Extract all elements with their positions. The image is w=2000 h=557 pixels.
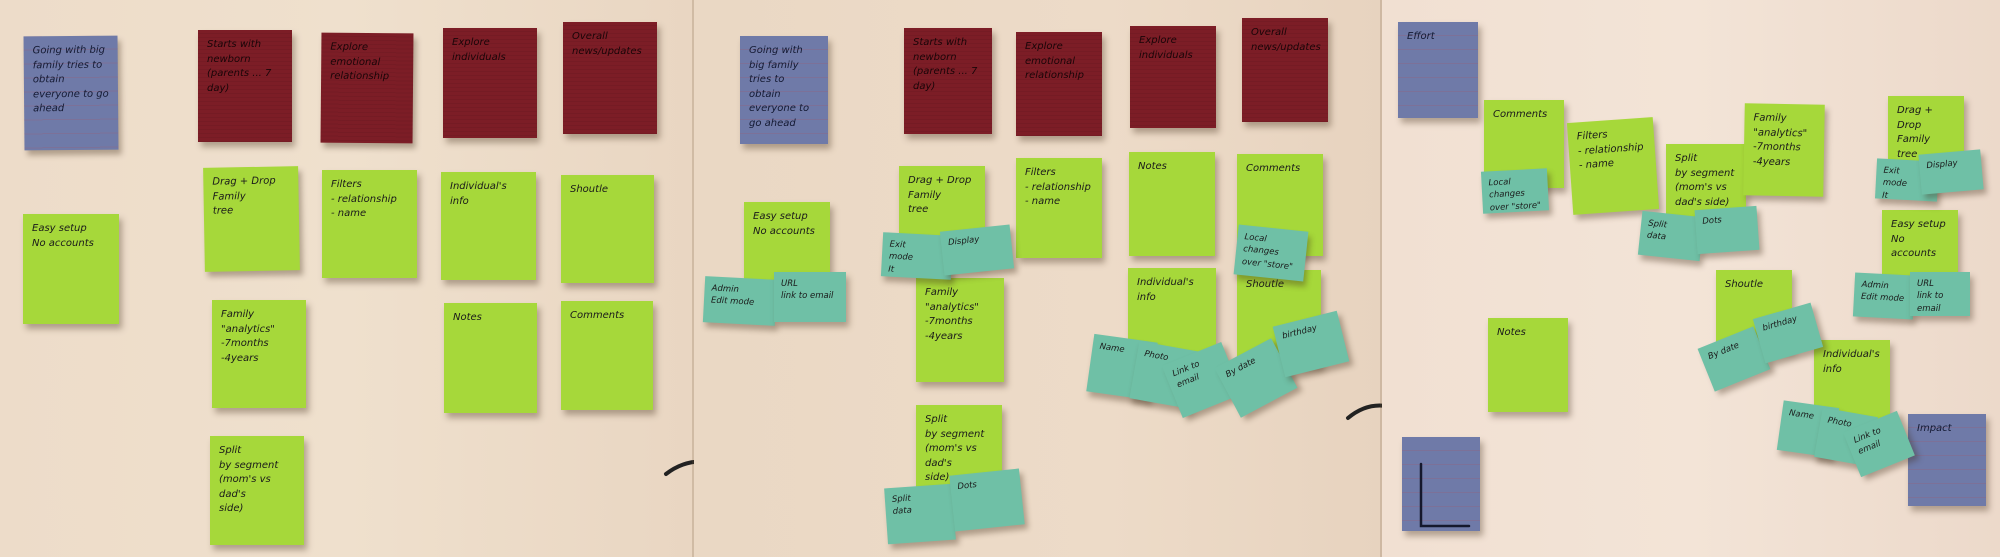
feature-note-notes: Notes — [444, 303, 537, 413]
subfeature-note-admin: Admin Edit mode — [1852, 272, 1916, 320]
subfeature-note-local-changes: Local changes over "store" — [1233, 224, 1309, 282]
feature-note-individuals-info: Individual's info — [441, 172, 536, 280]
feature-note-split: Split by segment (mom's vs dad's side) — [210, 436, 304, 545]
axis-origin-icon — [1419, 462, 1471, 527]
subfeature-note-split-data: Split data — [884, 483, 956, 545]
feature-note-notes: Notes — [1488, 318, 1568, 412]
theme-note-emotional: Explore emotional relationship — [1016, 32, 1102, 136]
feature-note-filters: Filters - relationship - name — [322, 170, 417, 278]
persona-note: Going with big family tries to obtain ev… — [23, 35, 119, 151]
panel-effort-impact-matrix: Effort Impact Comments Filters - relatio… — [1382, 0, 2000, 557]
subfeature-note-url: URL link to email — [774, 272, 846, 322]
subfeature-note-url: URL link to email — [1910, 272, 1970, 316]
feature-note-notes: Notes — [1129, 152, 1215, 256]
subfeature-note-dots: Dots — [1694, 205, 1760, 255]
theme-note-individuals: Explore individuals — [1130, 26, 1216, 128]
subfeature-note-local-changes: Local changes over "store" — [1480, 168, 1550, 214]
subfeature-note-admin: Admin Edit mode — [702, 276, 778, 326]
feature-note-filters: Filters - relationship - name — [1016, 158, 1102, 258]
feature-note-family-analytics: Family "analytics" -7months -4years — [916, 278, 1004, 382]
theme-note-newborn: Starts with newborn (parents ... 7 day) — [198, 30, 292, 142]
sticky-note-wall: Going with big family tries to obtain ev… — [0, 0, 2000, 557]
panel-initial-grouping: Going with big family tries to obtain ev… — [0, 0, 732, 557]
feature-note-easy-setup: Easy setup No accounts — [23, 214, 119, 324]
feature-note-drag-drop: Drag + Drop Family tree — [203, 166, 300, 272]
persona-note: Going with big family tries to obtain ev… — [740, 36, 828, 144]
subfeature-note-display: Display — [939, 224, 1015, 276]
feature-note-comments: Comments — [561, 301, 653, 410]
theme-note-individuals: Explore individuals — [443, 28, 537, 138]
panel-sub-features: Going with big family tries to obtain ev… — [694, 0, 1408, 557]
feature-note-family-analytics: Family "analytics" -7months -4years — [1743, 103, 1825, 197]
theme-note-news: Overall news/updates — [563, 22, 657, 134]
axis-note-effort: Effort — [1398, 22, 1478, 118]
subfeature-note-display: Display — [1918, 149, 1984, 195]
feature-note-filters: Filters - relationship - name — [1566, 117, 1660, 215]
theme-note-emotional: Explore emotional relationship — [320, 32, 414, 144]
axis-note-origin — [1402, 437, 1480, 531]
subfeature-note-dots: Dots — [949, 468, 1025, 532]
theme-note-news: Overall news/updates — [1242, 18, 1328, 122]
theme-note-newborn: Starts with newborn (parents ... 7 day) — [904, 28, 992, 134]
feature-note-shoutle: Shoutle — [561, 175, 654, 283]
axis-note-impact: Impact — [1908, 414, 1986, 506]
feature-note-family-analytics: Family "analytics" -7months -4years — [212, 300, 306, 408]
